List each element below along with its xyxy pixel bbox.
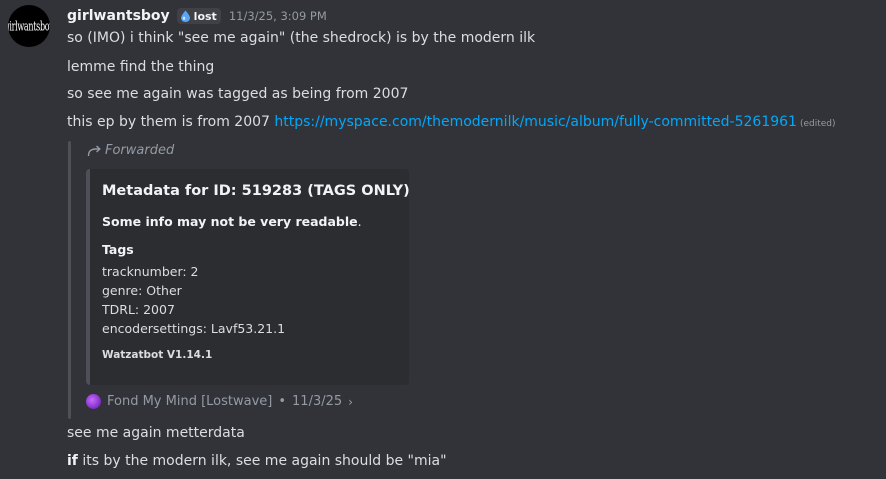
forward-source[interactable]: Fond My Mind [Lostwave] • 11/3/25 ›: [86, 394, 353, 409]
message-prefix: this ep by them is from 2007: [67, 114, 275, 130]
forward-arrow-icon: [87, 144, 101, 156]
chevron-right-icon: ›: [348, 394, 353, 409]
embed-field-line: tracknumber: 2: [102, 264, 199, 279]
server-tag-label: lost: [193, 9, 217, 23]
edited-marker: (edited): [799, 119, 836, 129]
message-text: see me again metterdata: [67, 425, 245, 441]
server-icon: [86, 394, 101, 409]
drop-icon: [180, 10, 190, 22]
forwarded-label: Forwarded: [87, 143, 174, 158]
chat-message-group: [girlwantsboy] girlwantsboy lost 11/3/25…: [0, 0, 886, 479]
message-text: so see me again was tagged as being from…: [67, 86, 409, 102]
forward-bar: [68, 141, 71, 419]
forwarded-embed: Metadata for ID: 519283 (TAGS ONLY) Some…: [86, 169, 410, 385]
embed-title: Metadata for ID: 519283 (TAGS ONLY): [102, 183, 410, 199]
message-rest: its by the modern ilk, see me again shou…: [77, 453, 447, 469]
message-text: lemme find the thing: [67, 59, 215, 75]
message-text: if its by the modern ilk, see me again s…: [67, 453, 447, 469]
message-text-with-link: this ep by them is from 2007 https://mys…: [67, 114, 836, 130]
embed-field-line: genre: Other: [102, 283, 182, 298]
myspace-link[interactable]: https://myspace.com/themodernilk/music/a…: [274, 114, 797, 130]
message-text: so (IMO) i think "see me again" (the she…: [67, 30, 536, 46]
source-date: 11/3/25: [292, 394, 343, 409]
bold-word: if: [67, 453, 78, 469]
timestamp[interactable]: 11/3/25, 3:09 PM: [229, 9, 327, 23]
source-server: Fond My Mind [Lostwave]: [107, 394, 273, 409]
embed-field-name: Tags: [102, 242, 134, 257]
embed-field-line: TDRL: 2007: [102, 302, 175, 317]
embed-field-line: encodersettings: Lavf53.21.1: [102, 321, 286, 336]
message-header: girlwantsboy lost 11/3/25, 3:09 PM: [67, 6, 327, 26]
forwarded-text: Forwarded: [105, 143, 175, 158]
source-separator: •: [278, 394, 287, 409]
embed-footer: Watzatbot V1.14.1: [102, 349, 213, 361]
embed-description: Some info may not be very readable.: [102, 214, 362, 229]
avatar-logo: [girlwantsboy]: [8, 18, 50, 34]
avatar[interactable]: [girlwantsboy]: [8, 5, 50, 47]
username[interactable]: girlwantsboy: [67, 8, 170, 24]
server-tag[interactable]: lost: [176, 8, 221, 24]
